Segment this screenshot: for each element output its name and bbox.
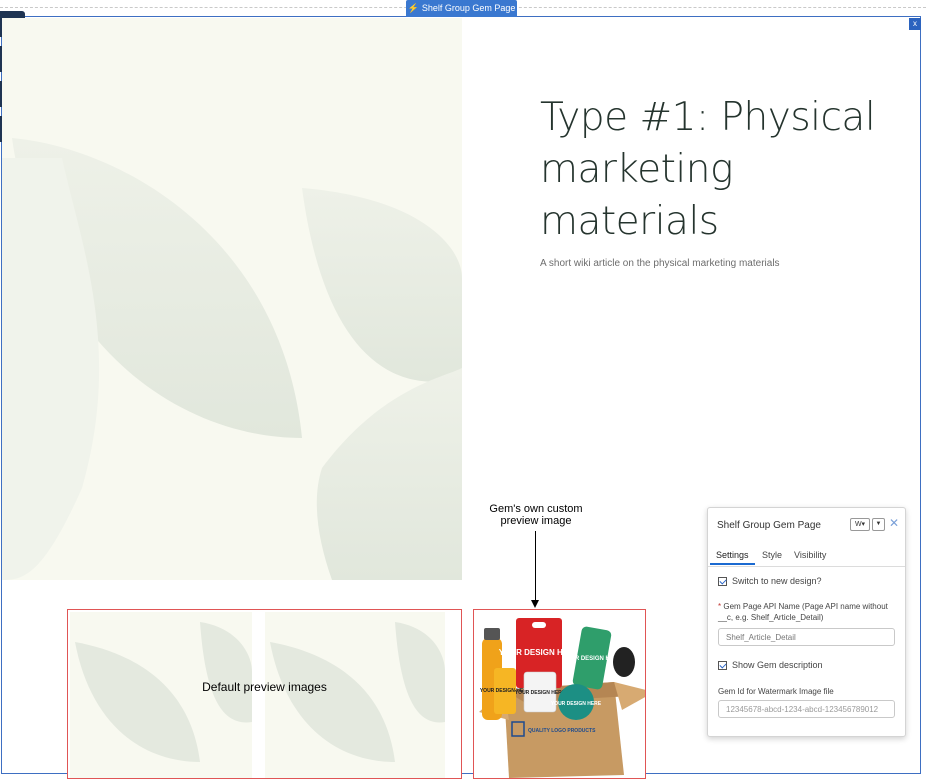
default-preview-images: Default preview images [67, 609, 462, 779]
panel-wordpress-button[interactable]: W▾ [850, 518, 870, 531]
api-name-label: * Gem Page API Name (Page API name witho… [718, 601, 900, 623]
hero-subtitle: A short wiki article on the physical mar… [540, 258, 780, 269]
gem-page-tab[interactable]: ⚡ Shelf Group Gem Page [406, 0, 517, 17]
watermark-label: Gem Id for Watermark Image file [718, 687, 834, 696]
default-preview-label: Default preview images [202, 680, 327, 694]
lightning-icon: ⚡ [407, 3, 419, 13]
watermark-input[interactable] [718, 700, 895, 718]
switch-design-row: Switch to new design? [718, 576, 822, 586]
panel-tabs: Settings Style Visibility [708, 546, 905, 567]
annotation-arrow-head [531, 600, 539, 608]
annotation-line: Gem's own custom [489, 503, 583, 515]
hero-text-block: Type #1: Physical marketing materials A … [540, 92, 900, 269]
leaf-illustration [2, 138, 462, 580]
show-description-label: Show Gem description [732, 660, 823, 670]
design-text: YOUR DESIGN HERE [551, 701, 602, 707]
annotation-line: preview image [500, 515, 572, 527]
switch-design-checkbox[interactable] [718, 576, 727, 586]
panel-close-button[interactable]: ✕ [889, 516, 899, 530]
hero-title: Type #1: Physical marketing materials [540, 92, 900, 248]
api-name-label-text: Gem Page API Name (Page API name without… [718, 602, 888, 622]
panel-title: Shelf Group Gem Page [717, 520, 821, 531]
hero-background-image [2, 18, 462, 580]
custom-preview-image: YOUR DESIGN HERE YOUR DESIGN HERE YOUR D… [473, 609, 646, 779]
default-preview-image [70, 612, 252, 778]
tab-style[interactable]: Style [762, 550, 782, 560]
tab-settings[interactable]: Settings [716, 550, 749, 560]
show-description-row: Show Gem description [718, 660, 823, 670]
custom-preview-annotation: Gem's own custom preview image [470, 503, 602, 527]
chevron-down-icon: ▼ [875, 521, 882, 527]
annotation-arrow [535, 531, 536, 603]
hero-title-line: materials [540, 199, 719, 244]
promo-products-illustration: YOUR DESIGN HERE YOUR DESIGN HERE YOUR D… [479, 618, 645, 778]
panel-dropdown-button[interactable]: ▼ [872, 518, 885, 531]
tab-visibility[interactable]: Visibility [794, 550, 826, 560]
active-tab-indicator [710, 563, 755, 565]
gem-settings-panel: Shelf Group Gem Page W▾ ▼ ✕ Settings Sty… [707, 507, 906, 737]
gem-page-tab-label: Shelf Group Gem Page [421, 3, 516, 13]
api-name-input[interactable] [718, 628, 895, 646]
switch-design-label: Switch to new design? [732, 576, 822, 586]
close-icon: ✕ [889, 516, 900, 530]
design-text: YOUR DESIGN HERE [515, 690, 566, 696]
hero-title-line: Type #1: Physical [540, 95, 876, 140]
default-preview-image [265, 612, 445, 778]
frame-close-button[interactable]: x [909, 18, 921, 30]
show-description-checkbox[interactable] [718, 660, 727, 670]
box-logo-text: QUALITY LOGO PRODUCTS [528, 728, 596, 734]
wordpress-icon: W [854, 521, 862, 528]
hero-title-line: marketing [540, 147, 733, 192]
